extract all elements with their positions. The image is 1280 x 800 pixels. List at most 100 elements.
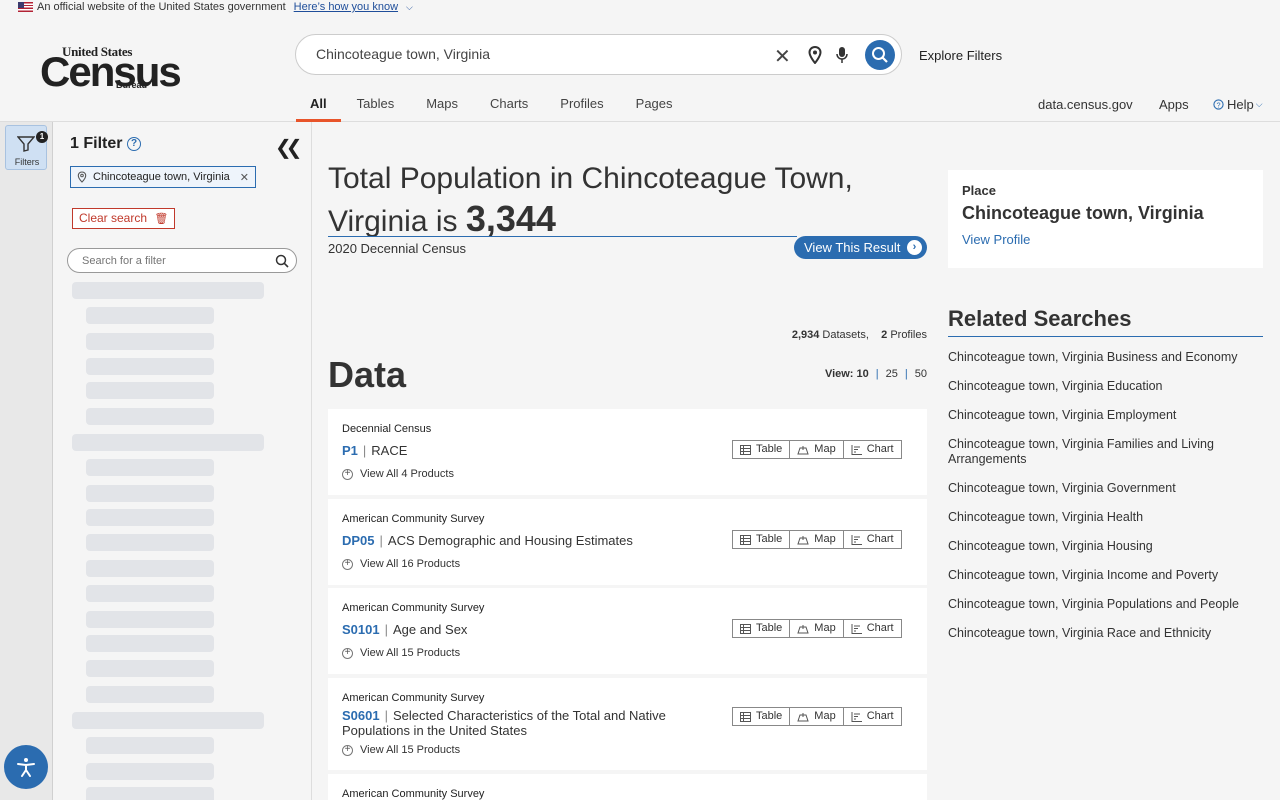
card-view-buttons: Table Map Chart <box>732 619 902 638</box>
card-title: S0601 | Selected Characteristics of the To… <box>342 708 666 738</box>
related-search-link[interactable]: Chincoteague town, Virginia Health <box>948 510 1263 525</box>
view-option-25[interactable]: 25 <box>886 368 898 380</box>
card-name[interactable]: ACS Demographic and Housing Estimates <box>388 533 633 548</box>
tab-pages[interactable]: Pages <box>620 96 689 122</box>
view-all-label: View All 15 Products <box>360 647 461 659</box>
tab-tables[interactable]: Tables <box>341 96 411 122</box>
view-all-products[interactable]: + View All 16 Products <box>342 558 460 570</box>
view-result-button[interactable]: View This Result › <box>794 236 927 259</box>
chart-label: Chart <box>866 443 894 455</box>
view-result-label: View This Result <box>804 240 901 255</box>
card-name[interactable]: Selected Characteristics of the Total an… <box>342 708 666 738</box>
card-survey: Decennial Census <box>342 423 432 435</box>
location-pin-icon[interactable] <box>808 45 822 69</box>
map-label: Map <box>814 622 836 634</box>
related-search-link[interactable]: Chincoteague town, Virginia Populations … <box>948 597 1263 612</box>
related-search-link[interactable]: Chincoteague town, Virginia Families and… <box>948 437 1263 467</box>
filters-toggle-button[interactable]: 1 Filters <box>5 125 48 170</box>
view-option-10[interactable]: 10 <box>857 368 869 380</box>
search-input[interactable] <box>316 46 756 62</box>
chart-button[interactable]: Chart <box>843 441 901 458</box>
table-label: Table <box>756 622 783 634</box>
card-name[interactable]: RACE <box>371 443 407 458</box>
table-label: Table <box>756 533 783 545</box>
accessibility-icon <box>17 758 35 777</box>
card-view-buttons: Table Map Chart <box>732 440 902 459</box>
loading-skeleton <box>86 787 214 800</box>
tab-all[interactable]: All <box>296 96 341 122</box>
chart-button[interactable]: Chart <box>843 620 901 637</box>
related-search-link[interactable]: Chincoteague town, Virginia Government <box>948 481 1263 496</box>
map-button[interactable]: Map <box>790 531 844 548</box>
census-logo[interactable]: United States Census Bureau <box>40 44 182 94</box>
chart-icon <box>851 623 862 634</box>
data-card: American Community Survey <box>328 774 927 800</box>
card-name[interactable]: Age and Sex <box>393 622 467 637</box>
chart-button[interactable]: Chart <box>843 708 901 725</box>
loading-skeleton <box>86 737 214 754</box>
tab-maps[interactable]: Maps <box>410 96 474 122</box>
place-card: Place Chincoteague town, Virginia View P… <box>948 170 1263 268</box>
chart-button[interactable]: Chart <box>843 531 901 548</box>
view-all-products[interactable]: + View All 15 Products <box>342 744 460 756</box>
view-profile-link[interactable]: View Profile <box>962 232 1030 247</box>
table-icon <box>740 444 751 455</box>
map-button[interactable]: Map <box>790 620 844 637</box>
related-search-link[interactable]: Chincoteague town, Virginia Employment <box>948 408 1263 423</box>
table-button[interactable]: Table <box>733 620 791 637</box>
profiles-label: Profiles <box>890 329 927 341</box>
clear-search-button[interactable]: Clear search 🗑 <box>72 208 176 229</box>
card-code[interactable]: P1 <box>342 443 358 458</box>
tab-charts[interactable]: Charts <box>474 96 544 122</box>
card-code[interactable]: S0601 <box>342 708 380 723</box>
explore-filters-link[interactable]: Explore Filters <box>919 48 1002 63</box>
table-button[interactable]: Table <box>733 708 791 725</box>
plus-circle-icon: + <box>342 558 353 570</box>
loading-skeleton <box>86 585 214 602</box>
card-code[interactable]: DP05 <box>342 533 375 548</box>
data-census-link[interactable]: data.census.gov <box>1038 97 1133 112</box>
filter-count-badge: 1 <box>36 131 48 143</box>
help-icon[interactable]: ? <box>127 137 141 151</box>
chevron-down-icon[interactable]: ⌵ <box>406 2 413 13</box>
accessibility-button[interactable] <box>4 745 48 789</box>
filter-chip[interactable]: Chincoteague town, Virginia ✕ <box>70 166 256 188</box>
logo-line3: Bureau <box>116 80 148 90</box>
clear-search-icon[interactable]: ✕ <box>774 44 791 69</box>
loading-skeleton <box>72 282 264 299</box>
collapse-panel-icon[interactable]: ❮❮ <box>275 135 302 160</box>
table-button[interactable]: Table <box>733 441 791 458</box>
card-title: P1 | RACE <box>342 443 408 458</box>
view-all-products[interactable]: + View All 4 Products <box>342 468 454 480</box>
search-button[interactable] <box>865 40 895 70</box>
table-button[interactable]: Table <box>733 531 791 548</box>
view-all-products[interactable]: + View All 15 Products <box>342 647 460 659</box>
card-title: S0101 | Age and Sex <box>342 622 468 637</box>
view-option-50[interactable]: 50 <box>915 368 927 380</box>
help-menu[interactable]: ? Help ⌵ <box>1213 97 1263 112</box>
view-label: View: <box>824 368 854 380</box>
filter-search-input[interactable] <box>82 255 262 267</box>
map-button[interactable]: Map <box>790 441 844 458</box>
related-search-link[interactable]: Chincoteague town, Virginia Education <box>948 379 1263 394</box>
loading-skeleton <box>72 434 264 451</box>
result-title-text: Total Population in Chincoteague Town, V… <box>328 162 853 238</box>
apps-link[interactable]: Apps <box>1159 97 1189 112</box>
related-search-link[interactable]: Chincoteague town, Virginia Income and P… <box>948 568 1263 583</box>
filter-search <box>67 248 297 273</box>
plus-circle-icon: + <box>342 468 353 480</box>
related-search-link[interactable]: Chincoteague town, Virginia Business and… <box>948 350 1263 365</box>
microphone-icon[interactable] <box>836 46 848 69</box>
card-survey: American Community Survey <box>342 602 485 614</box>
card-code[interactable]: S0101 <box>342 622 380 637</box>
gov-banner-link[interactable]: Here’s how you know <box>294 1 398 13</box>
card-survey: American Community Survey <box>342 692 485 704</box>
card-survey: American Community Survey <box>342 513 485 525</box>
remove-filter-icon[interactable]: ✕ <box>240 171 249 184</box>
related-search-link[interactable]: Chincoteague town, Virginia Race and Eth… <box>948 626 1263 641</box>
left-rail: 1 Filters <box>0 122 53 800</box>
related-search-link[interactable]: Chincoteague town, Virginia Housing <box>948 539 1263 554</box>
map-button[interactable]: Map <box>790 708 844 725</box>
tab-profiles[interactable]: Profiles <box>544 96 619 122</box>
result-value: 3,344 <box>465 198 556 239</box>
